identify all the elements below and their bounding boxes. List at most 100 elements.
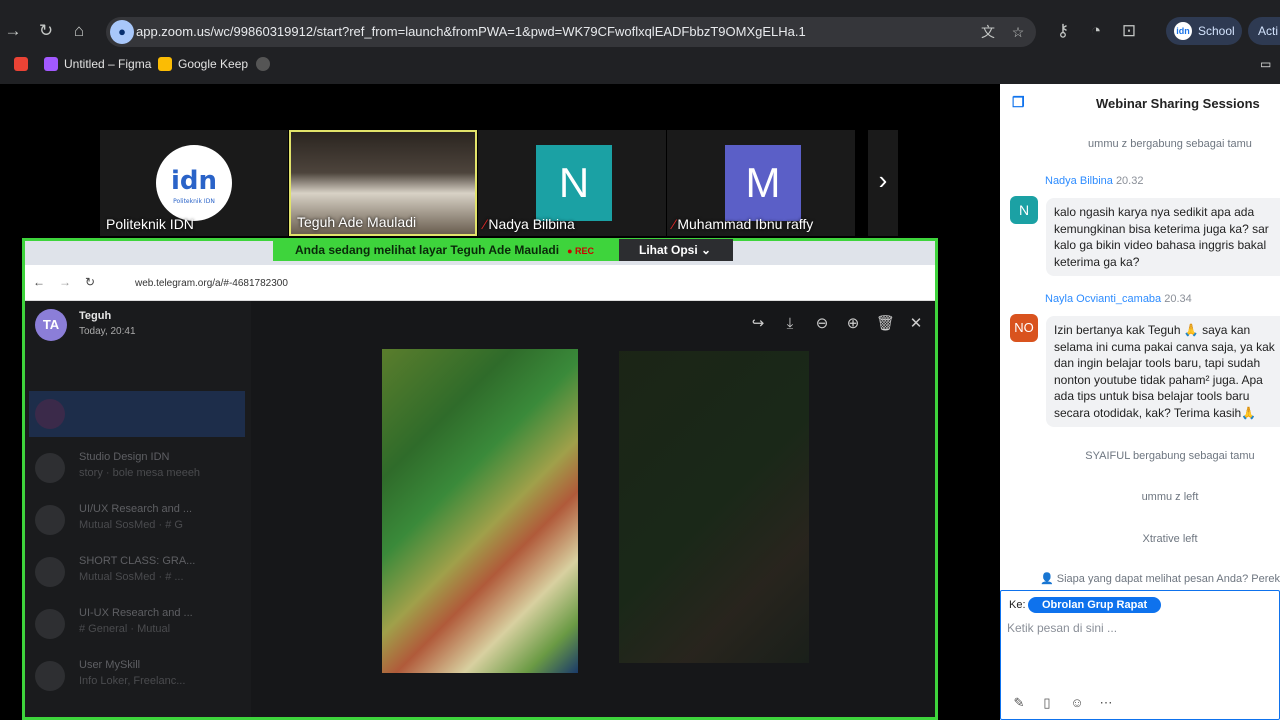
- participant-tile-politeknik-idn[interactable]: idn Politeknik IDN Politeknik IDN: [100, 130, 288, 236]
- home-icon[interactable]: ⌂: [68, 20, 90, 42]
- participant-name: Muhammad Ibnu raffy: [677, 216, 814, 232]
- bookmark-star-icon[interactable]: ☆: [1008, 22, 1028, 42]
- password-key-icon[interactable]: ⚷: [1052, 20, 1074, 42]
- figma-icon: [44, 57, 58, 71]
- sharing-banner: Anda sedang melihat layar Teguh Ade Maul…: [273, 239, 619, 261]
- profile-label: School: [1198, 24, 1235, 38]
- shared-photo-background: [619, 351, 809, 663]
- list-item: UI/UX Research and ... Mutual SosMed · # …: [29, 497, 245, 543]
- meeting-area: idn Politeknik IDN Politeknik IDN Teguh …: [0, 84, 1000, 720]
- chat-panel: ❐ Webinar Sharing Sessions ummu z bergab…: [1000, 84, 1280, 720]
- participant-name: Nadya Bilbina: [488, 216, 575, 232]
- bookmark-google-keep[interactable]: Google Keep: [158, 57, 248, 71]
- message-input[interactable]: Ketik pesan di sini ...: [1007, 621, 1117, 635]
- message-bubble[interactable]: Izin bertanya kak Teguh 🙏 saya kan selam…: [1046, 316, 1280, 427]
- list-item: [29, 391, 245, 437]
- view-options-button[interactable]: Lihat Opsi ⌄: [619, 239, 733, 261]
- sharing-banner-text: Anda sedang melihat layar Teguh Ade Maul…: [295, 243, 560, 257]
- system-message: ummu z left: [1141, 491, 1199, 503]
- address-bar[interactable]: ● app.zoom.us/wc/99860319912/start?ref_f…: [106, 17, 1036, 47]
- chat-icon[interactable]: ❐: [1012, 94, 1025, 111]
- chatgpt-icon: [256, 57, 270, 71]
- participant-name: Politeknik IDN: [106, 216, 194, 232]
- participant-tile-nadya[interactable]: N ⁄ Nadya Bilbina: [478, 130, 666, 236]
- who-can-see-link[interactable]: 👤 Siapa yang dapat melihat pesan Anda? P…: [1000, 572, 1280, 585]
- chat-title: Webinar Sharing Sessions: [1096, 96, 1260, 111]
- shared-screen: ← → ↻ web.telegram.org/a/#-4681782300 An…: [22, 238, 938, 720]
- forward-icon: →: [59, 275, 71, 289]
- idn-logo-caption: Politeknik IDN: [173, 198, 215, 205]
- participant-label: ⁄ Nadya Bilbina: [484, 216, 575, 232]
- action-button[interactable]: Acti: [1248, 17, 1280, 45]
- url-text[interactable]: app.zoom.us/wc/99860319912/start?ref_fro…: [136, 24, 806, 39]
- message-sender: Nayla Ocvianti_camaba 20.34: [1045, 293, 1192, 305]
- keep-icon: [158, 57, 172, 71]
- participant-avatar: N: [536, 145, 612, 221]
- screenshot-icon[interactable]: ⊡: [1118, 20, 1140, 42]
- sender-avatar: NO: [1010, 314, 1038, 342]
- list-item: SHORT CLASS: GRA... Mutual SosMed · # ...: [29, 549, 245, 595]
- voice-search-icon[interactable]: ●: [110, 20, 134, 44]
- message-composer[interactable]: Ke: Obrolan Grup Rapat Ketik pesan di si…: [1000, 590, 1280, 720]
- format-icon[interactable]: ✎: [1011, 695, 1027, 711]
- bookmarks-folder-icon[interactable]: ▭: [1260, 57, 1271, 71]
- bookmark-figma[interactable]: Untitled – Figma: [44, 57, 151, 71]
- to-label: Ke:: [1009, 599, 1026, 611]
- browser-toolbar: → ↻ ⌂ ● app.zoom.us/wc/99860319912/start…: [0, 0, 1280, 84]
- delete-icon: 🗑: [876, 315, 896, 332]
- svg-text:idn: idn: [171, 166, 217, 196]
- mic-muted-icon: ⁄: [673, 216, 676, 232]
- system-message: Xtrative left: [1142, 533, 1198, 545]
- close-icon: ✕: [909, 315, 923, 332]
- recipient-dropdown[interactable]: Obrolan Grup Rapat: [1028, 597, 1162, 613]
- forward-icon: ↪: [751, 315, 765, 332]
- person-icon: 👤: [1040, 573, 1054, 585]
- sent-time: Today, 20:41: [79, 326, 136, 337]
- bookmark-gmail[interactable]: [14, 57, 34, 71]
- participant-avatar: M: [725, 145, 801, 221]
- reload-icon[interactable]: ↻: [35, 20, 57, 42]
- next-participants-chevron-icon[interactable]: ›: [868, 130, 898, 236]
- profile-button[interactable]: idn School: [1166, 17, 1242, 45]
- incognito-icon[interactable]: ◔: [1085, 20, 1107, 42]
- sender-name: Teguh: [79, 310, 112, 322]
- address-row: → ↻ ⌂ ● app.zoom.us/wc/99860319912/start…: [0, 12, 1280, 50]
- sender-avatar: N: [1010, 196, 1038, 224]
- system-message: ummu z bergabung sebagai tamu: [1088, 138, 1252, 150]
- list-item: UI-UX Research and ... # General · Mutual: [29, 601, 245, 647]
- list-item: Studio Design IDN story · bole mesa meeeh: [29, 445, 245, 491]
- more-icon[interactable]: ⋯: [1098, 695, 1114, 711]
- file-icon[interactable]: ▯: [1039, 695, 1055, 711]
- participant-tile-muhammad[interactable]: M ⁄ Muhammad Ibnu raffy: [667, 130, 855, 236]
- participant-label: ⁄ Muhammad Ibnu raffy: [673, 216, 813, 232]
- emoji-icon[interactable]: ☺: [1069, 695, 1085, 711]
- rec-indicator: ● REC: [567, 246, 595, 256]
- message-sender: Nadya Bilbina 20.32: [1045, 175, 1144, 187]
- participant-name: Teguh Ade Mauladi: [297, 214, 417, 230]
- list-item: User MySkill Info Loker, Freelanc...: [29, 653, 245, 699]
- reload-icon: ↻: [85, 275, 96, 289]
- download-icon: ⤓: [786, 315, 794, 332]
- zoom-in-icon: ⊕: [846, 315, 860, 332]
- bookmarks-bar: Untitled – Figma Google Keep ▭: [0, 54, 1280, 76]
- shared-browser-address: ← → ↻ web.telegram.org/a/#-4681782300: [25, 265, 935, 301]
- idn-logo: idn Politeknik IDN: [156, 145, 232, 221]
- forward-icon[interactable]: →: [2, 20, 24, 42]
- message-bubble[interactable]: kalo ngasih karya nya sedikit apa ada ke…: [1046, 198, 1280, 276]
- telegram-chat-list: Studio Design IDN story · bole mesa meeeh…: [25, 301, 251, 717]
- telegram-window: Studio Design IDN story · bole mesa meeeh…: [25, 301, 935, 717]
- zoom-out-icon: ⊖: [815, 315, 829, 332]
- shared-url: web.telegram.org/a/#-4681782300: [135, 278, 288, 289]
- chat-header: ❐ Webinar Sharing Sessions: [1000, 84, 1280, 122]
- profile-avatar: idn: [1174, 22, 1192, 40]
- shared-photo: [382, 349, 578, 673]
- back-icon: ←: [33, 275, 45, 289]
- sender-avatar: TA: [35, 309, 67, 341]
- system-message: SYAIFUL bergabung sebagai tamu: [1085, 450, 1255, 462]
- gmail-icon: [14, 57, 28, 71]
- bookmark-chatgpt[interactable]: [256, 57, 276, 71]
- media-viewer-header: TA Teguh Today, 20:41 ↪ ⤓ ⊖ ⊕ 🗑 ✕: [25, 301, 935, 347]
- translate-icon[interactable]: 文: [978, 22, 998, 42]
- participant-tile-teguh[interactable]: Teguh Ade Mauladi: [289, 130, 477, 236]
- mic-muted-icon: ⁄: [484, 216, 487, 232]
